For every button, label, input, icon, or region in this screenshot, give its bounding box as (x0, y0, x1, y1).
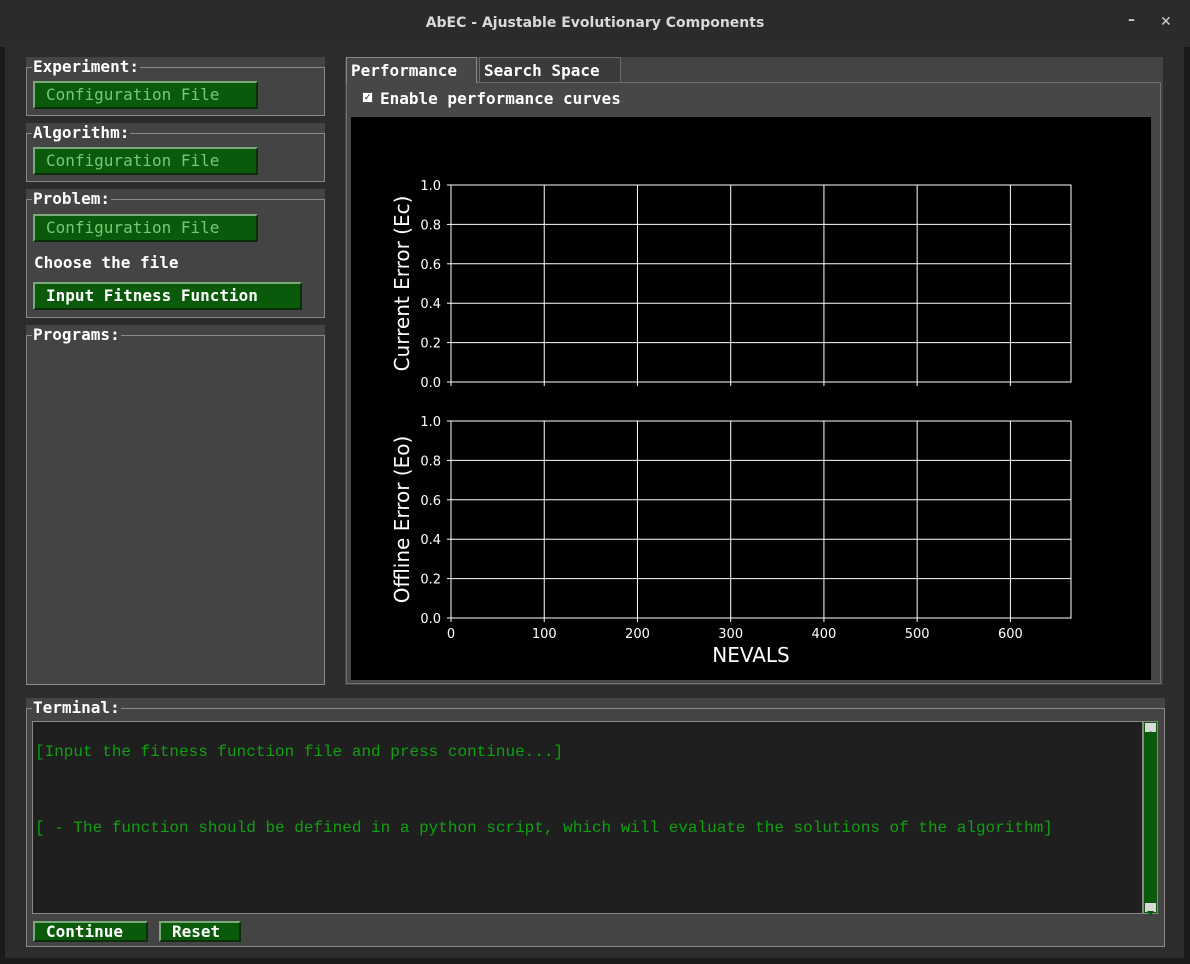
terminal-label: Terminal: (32, 698, 121, 717)
terminal-line: [ - The function should be defined in a … (35, 819, 1053, 837)
y-tick-label: 0.0 (420, 612, 441, 627)
y-tick-label: 0.8 (420, 218, 441, 233)
continue-button[interactable]: Continue (33, 921, 148, 942)
terminal-scrollbar[interactable] (1143, 721, 1158, 916)
algorithm-label: Algorithm: (32, 123, 131, 142)
input-fitness-function-button[interactable]: Input Fitness Function (33, 282, 302, 310)
x-tick-label: 400 (812, 627, 837, 642)
y-tick-label: 0.2 (420, 573, 441, 588)
experiment-label: Experiment: (32, 57, 140, 76)
x-tick-label: 600 (998, 627, 1023, 642)
y-tick-label: 0.0 (420, 376, 441, 391)
x-axis-label: NEVALS (712, 643, 790, 667)
close-icon[interactable]: ✕ (1160, 14, 1172, 30)
scroll-up-icon[interactable] (1145, 723, 1156, 736)
reset-button[interactable]: Reset (159, 921, 241, 942)
minimize-icon[interactable]: – (1128, 12, 1135, 28)
choose-file-text: Choose the file (34, 253, 179, 272)
y-tick-label: 0.4 (420, 533, 441, 548)
problem-config-button[interactable]: Configuration File (33, 214, 258, 242)
tab-search-space[interactable]: Search Space (479, 57, 621, 83)
terminal-line: [Input the fitness function file and pre… (35, 743, 564, 761)
y-tick-label: 1.0 (420, 179, 441, 194)
x-tick-label: 200 (625, 627, 650, 642)
y-axis-label: Offline Error (Eo) (390, 436, 414, 604)
title-bar: AbEC - Ajustable Evolutionary Components… (0, 0, 1190, 47)
window-title: AbEC - Ajustable Evolutionary Components (425, 15, 765, 31)
enable-performance-label: Enable performance curves (380, 89, 621, 108)
experiment-config-button[interactable]: Configuration File (33, 81, 258, 109)
performance-plot: 0.0 0.2 0.4 0.6 0.8 1.0 Current Error (Ec) 0 100… (351, 117, 1151, 680)
programs-label: Programs: (32, 325, 121, 344)
y-tick-label: 1.0 (420, 415, 441, 430)
enable-performance-checkbox[interactable]: ✓ (362, 92, 373, 103)
y-tick-label: 0.4 (420, 297, 441, 312)
terminal-text: [Input the fitness function file and pre… (35, 724, 1135, 857)
y-tick-label: 0.6 (420, 494, 441, 509)
y-axis-label: Current Error (Ec) (390, 196, 414, 372)
tab-performance[interactable]: Performance (346, 57, 477, 83)
y-tick-label: 0.2 (420, 337, 441, 352)
x-tick-label: 300 (718, 627, 743, 642)
scroll-down-icon[interactable] (1145, 903, 1156, 916)
x-tick-label: 100 (532, 627, 557, 642)
y-tick-label: 0.6 (420, 258, 441, 273)
problem-label: Problem: (32, 189, 112, 208)
x-tick-label: 500 (905, 627, 930, 642)
algorithm-config-button[interactable]: Configuration File (33, 147, 258, 175)
y-tick-label: 0.8 (420, 454, 441, 469)
programs-group: Programs: (26, 325, 325, 685)
x-tick-label: 0 (447, 627, 455, 642)
